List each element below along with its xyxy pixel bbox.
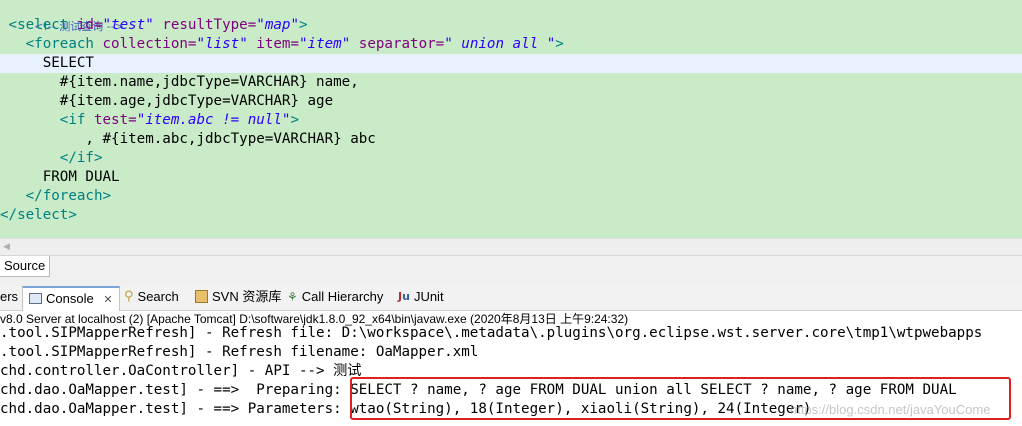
tab-source[interactable]: Source [0, 256, 51, 277]
val-separator: " union all " [444, 36, 556, 52]
tab-servers-label: ers [0, 289, 19, 304]
tab-console[interactable]: Console ✕ [22, 286, 120, 311]
tag-foreach-close: </foreach> [25, 188, 112, 204]
tag-select: <select [8, 17, 69, 33]
close-icon[interactable]: ✕ [103, 294, 112, 306]
attr-test: test= [93, 112, 137, 128]
attr-id: id= [76, 17, 103, 33]
call-hierarchy-icon: ⚘ [287, 289, 298, 304]
scroll-left-icon[interactable]: ◀ [3, 242, 10, 252]
tag-close: > [555, 36, 564, 52]
tab-junit[interactable]: Ju JUnit [398, 286, 444, 310]
editor-mode-tabs: Source [0, 255, 1022, 279]
sql-from: FROM DUAL [42, 169, 120, 185]
tag-foreach: <foreach [25, 36, 94, 52]
val-item: "item" [299, 36, 351, 52]
highlight-box [350, 377, 1011, 420]
val-id: "test" [102, 17, 154, 33]
code-line-comment: <!-- 测试查询 --> [0, 0, 1022, 33]
console-line: .tool.SIPMapperRefresh] - Refresh filena… [0, 344, 479, 360]
console-icon [29, 293, 42, 305]
code-line-select-open: <select id="test" resultType="map"> [0, 16, 1022, 35]
code-line-if-close: </if> [0, 149, 1022, 168]
code-line-if-open: <if test="item.abc != null"> [0, 111, 1022, 130]
val-test: "item.abc != null" [136, 112, 291, 128]
console-line: .tool.SIPMapperRefresh] - Refresh file: … [0, 325, 983, 341]
tab-search[interactable]: ⚲ Search [124, 286, 179, 310]
tag-if: <if [59, 112, 86, 128]
junit-icon: Ju [398, 289, 410, 303]
svn-repository-icon [195, 290, 208, 304]
tag-close: > [299, 17, 308, 33]
tag-close: > [290, 112, 299, 128]
view-tab-bar: ers Console ✕ ⚲ Search SVN 资源库 ⚘ Call Hier… [0, 286, 1022, 311]
attr-collection: collection= [102, 36, 197, 52]
tag-select-close: </select> [0, 207, 77, 223]
code-line-name: #{item.name,jdbcType=VARCHAR} name, [0, 73, 1022, 92]
search-icon: ⚲ [124, 288, 134, 304]
val-result-type: "map" [256, 17, 299, 33]
sql-age-param: #{item.age,jdbcType=VARCHAR} age [59, 93, 334, 109]
tag-if-close: </if> [59, 150, 103, 166]
code-line-select-close: </select> [0, 206, 1022, 225]
sql-name-param: #{item.name,jdbcType=VARCHAR} name, [59, 74, 359, 90]
tab-svn[interactable]: SVN 资源库 [195, 286, 281, 310]
sql-abc-param: , #{item.abc,jdbcType=VARCHAR} abc [85, 131, 376, 147]
attr-result-type: resultType= [162, 17, 257, 33]
tab-call-hierarchy[interactable]: ⚘ Call Hierarchy [287, 286, 383, 310]
code-line-age: #{item.age,jdbcType=VARCHAR} age [0, 92, 1022, 111]
tab-servers[interactable]: ers [0, 286, 18, 310]
attr-item: item= [256, 36, 299, 52]
code-line-abc: , #{item.abc,jdbcType=VARCHAR} abc [0, 130, 1022, 149]
horizontal-scrollbar[interactable]: ◀ [0, 238, 1022, 256]
code-line-foreach-open: <foreach collection="list" item="item" s… [0, 35, 1022, 54]
tab-console-label: Console [46, 291, 94, 306]
divider [0, 278, 1022, 286]
sql-select: SELECT [42, 55, 94, 71]
xml-editor[interactable]: <!-- 测试查询 --> <select id="test" resultTy… [0, 0, 1022, 238]
code-line-select-keyword: SELECT [0, 54, 1022, 73]
tab-search-label: Search [137, 289, 179, 304]
attr-separator: separator= [358, 36, 445, 52]
tab-junit-label: JUnit [413, 289, 444, 304]
val-collection: "list" [196, 36, 248, 52]
tab-call-hierarchy-label: Call Hierarchy [301, 289, 384, 304]
code-line-from: FROM DUAL [0, 168, 1022, 187]
tab-svn-label: SVN 资源库 [212, 289, 282, 304]
code-line-foreach-close: </foreach> [0, 187, 1022, 206]
